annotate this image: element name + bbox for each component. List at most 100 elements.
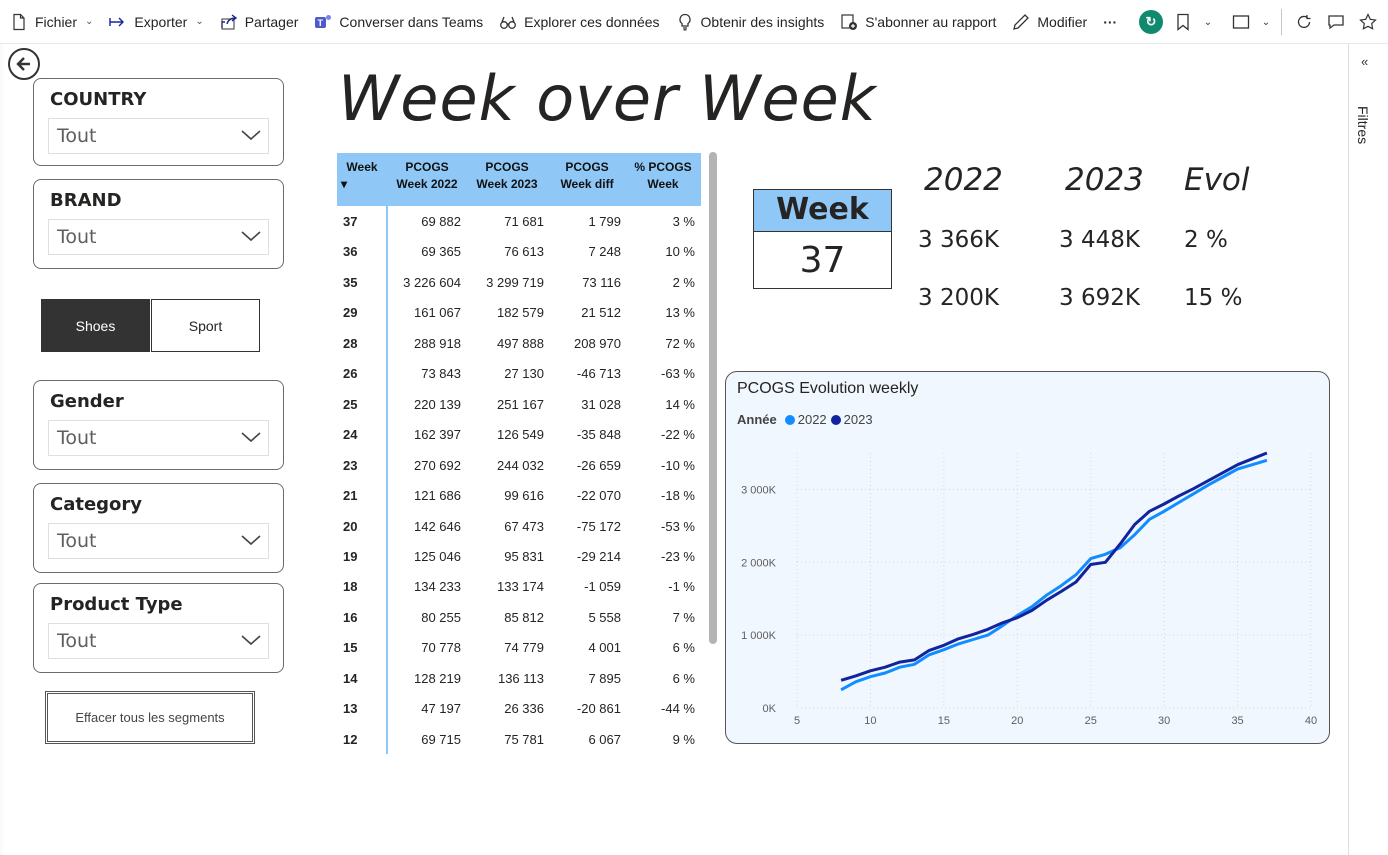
- table-row[interactable]: 24 162 397 126 549 -35 848 -22 %: [337, 420, 701, 450]
- value-cell: 125 046: [414, 548, 461, 564]
- table-row[interactable]: 15 70 778 74 779 4 001 6 %: [337, 633, 701, 663]
- file-icon: [10, 13, 28, 31]
- file-menu[interactable]: Fichier ⌄: [0, 0, 101, 44]
- page-title: Week over Week: [338, 62, 877, 135]
- week-cell: 13: [343, 701, 358, 717]
- x-tick-label: 30: [1158, 715, 1170, 727]
- product-type-slicer: Product Type Tout: [33, 583, 284, 673]
- table-row[interactable]: 36 69 365 76 613 7 248 10 %: [337, 237, 701, 267]
- week-cell: 23: [343, 457, 358, 473]
- value-cell: -10 %: [661, 457, 695, 473]
- shoes-label: Shoes: [75, 317, 116, 334]
- explore-data-button[interactable]: Explorer ces données: [491, 0, 667, 44]
- table-row[interactable]: 18 134 233 133 174 -1 059 -1 %: [337, 572, 701, 602]
- table-row[interactable]: 20 142 646 67 473 -75 172 -53 %: [337, 512, 701, 542]
- bookmark-button[interactable]: [1167, 6, 1199, 38]
- week-cell: 12: [343, 731, 358, 747]
- table-row[interactable]: 29 161 067 182 579 21 512 13 %: [337, 298, 701, 328]
- insights-button[interactable]: Obtenir des insights: [668, 0, 833, 44]
- value-cell: -26 659: [576, 457, 621, 473]
- week-card-label: Week: [754, 190, 891, 232]
- header-line: PCOGS: [565, 160, 609, 174]
- dropdown-value: Tout: [57, 630, 97, 652]
- value-cell: 3 %: [672, 214, 695, 229]
- file-label: Fichier: [35, 13, 78, 30]
- table-row[interactable]: 12 69 715 75 781 6 067 9 %: [337, 725, 701, 755]
- subscribe-button[interactable]: S'abonner au rapport: [832, 0, 1004, 44]
- col-week-header[interactable]: Week ▾: [337, 153, 387, 206]
- value-cell: 76 613: [504, 244, 544, 260]
- favorite-button[interactable]: [1352, 6, 1384, 38]
- comment-button[interactable]: [1320, 6, 1352, 38]
- value-cell: 4 001: [588, 640, 621, 656]
- value-cell: 270 692: [414, 457, 461, 473]
- edit-button[interactable]: Modifier: [1004, 0, 1095, 44]
- header-line: Week: [346, 160, 378, 174]
- view-menu-chevron[interactable]: ⌄: [1257, 6, 1275, 38]
- header-line: Week diff: [560, 177, 614, 191]
- export-menu[interactable]: Exporter ⌄: [101, 0, 211, 44]
- dropdown-value: Tout: [57, 530, 97, 552]
- country-dropdown[interactable]: Tout: [48, 118, 269, 154]
- export-icon: [109, 13, 127, 31]
- value-cell: 80 255: [421, 609, 461, 625]
- table-row[interactable]: 35 3 226 604 3 299 719 73 116 2 %: [337, 268, 701, 298]
- col-2023-header[interactable]: PCOGS Week 2023: [467, 153, 547, 206]
- clear-all-slicers-button[interactable]: Effacer tous les segments: [45, 691, 255, 744]
- view-button[interactable]: [1225, 6, 1257, 38]
- table-row[interactable]: 26 73 843 27 130 -46 713 -63 %: [337, 359, 701, 389]
- week-cell: 29: [343, 305, 358, 321]
- table-row[interactable]: 14 128 219 136 113 7 895 6 %: [337, 664, 701, 694]
- value-cell: 9 %: [672, 731, 695, 747]
- explore-label: Explorer ces données: [524, 13, 660, 30]
- value-cell: 136 113: [497, 670, 544, 686]
- reset-icon: ↻: [1139, 10, 1163, 34]
- value-cell: 7 895: [588, 670, 621, 686]
- value-cell: 72 %: [665, 335, 695, 351]
- table-row[interactable]: 13 47 197 26 336 -20 861 -44 %: [337, 694, 701, 724]
- kpi-row1-evol: 2 %: [1184, 227, 1228, 253]
- value-cell: 3 299 719: [486, 274, 544, 290]
- gender-dropdown[interactable]: Tout: [48, 420, 269, 456]
- shoes-segment-button[interactable]: Shoes: [41, 299, 150, 352]
- table-scrollbar[interactable]: [709, 152, 717, 644]
- value-cell: 69 365: [421, 244, 461, 260]
- table-row[interactable]: 28 288 918 497 888 208 970 72 %: [337, 329, 701, 359]
- x-tick-label: 20: [1011, 715, 1023, 727]
- bookmark-menu-chevron[interactable]: ⌄: [1199, 6, 1217, 38]
- category-dropdown[interactable]: Tout: [48, 523, 269, 559]
- svg-text:T: T: [318, 18, 324, 28]
- col-2022-header[interactable]: PCOGS Week 2022: [387, 153, 467, 206]
- refresh-visuals-button[interactable]: ↻: [1135, 6, 1167, 38]
- week-cell: 36: [343, 244, 358, 260]
- filters-pane[interactable]: « Filtres: [1348, 44, 1388, 855]
- lightbulb-icon: [676, 13, 694, 31]
- teams-chat-button[interactable]: T Converser dans Teams: [306, 0, 491, 44]
- table-row[interactable]: 37 69 882 71 681 1 799 3 %: [337, 207, 701, 237]
- product-type-dropdown[interactable]: Tout: [48, 623, 269, 659]
- pcogs-line-chart[interactable]: PCOGS Evolution weekly Année 2022 2023 0…: [725, 371, 1330, 744]
- sport-segment-button[interactable]: Sport: [151, 299, 260, 352]
- edit-label: Modifier: [1037, 13, 1088, 30]
- week-cell: 18: [343, 579, 358, 595]
- share-icon: [220, 13, 238, 31]
- header-line: Week 2023: [476, 177, 538, 191]
- back-button[interactable]: [8, 48, 40, 80]
- value-cell: 134 233: [414, 579, 461, 595]
- col-pct-header[interactable]: % PCOGS Week: [627, 153, 699, 206]
- subscribe-icon: [840, 13, 858, 31]
- more-options-button[interactable]: ···: [1095, 0, 1125, 44]
- table-row[interactable]: 19 125 046 95 831 -29 214 -23 %: [337, 542, 701, 572]
- value-cell: 142 646: [414, 518, 461, 534]
- table-row[interactable]: 23 270 692 244 032 -26 659 -10 %: [337, 451, 701, 481]
- refresh-button[interactable]: [1288, 6, 1320, 38]
- table-row[interactable]: 21 121 686 99 616 -22 070 -18 %: [337, 481, 701, 511]
- table-row[interactable]: 25 220 139 251 167 31 028 14 %: [337, 390, 701, 420]
- collapse-icon[interactable]: «: [1361, 54, 1368, 69]
- value-cell: 208 970: [574, 335, 621, 351]
- share-button[interactable]: Partager: [212, 0, 307, 44]
- filters-pane-label: Filtres: [1355, 106, 1371, 145]
- brand-dropdown[interactable]: Tout: [48, 219, 269, 255]
- table-row[interactable]: 16 80 255 85 812 5 558 7 %: [337, 603, 701, 633]
- col-diff-header[interactable]: PCOGS Week diff: [547, 153, 627, 206]
